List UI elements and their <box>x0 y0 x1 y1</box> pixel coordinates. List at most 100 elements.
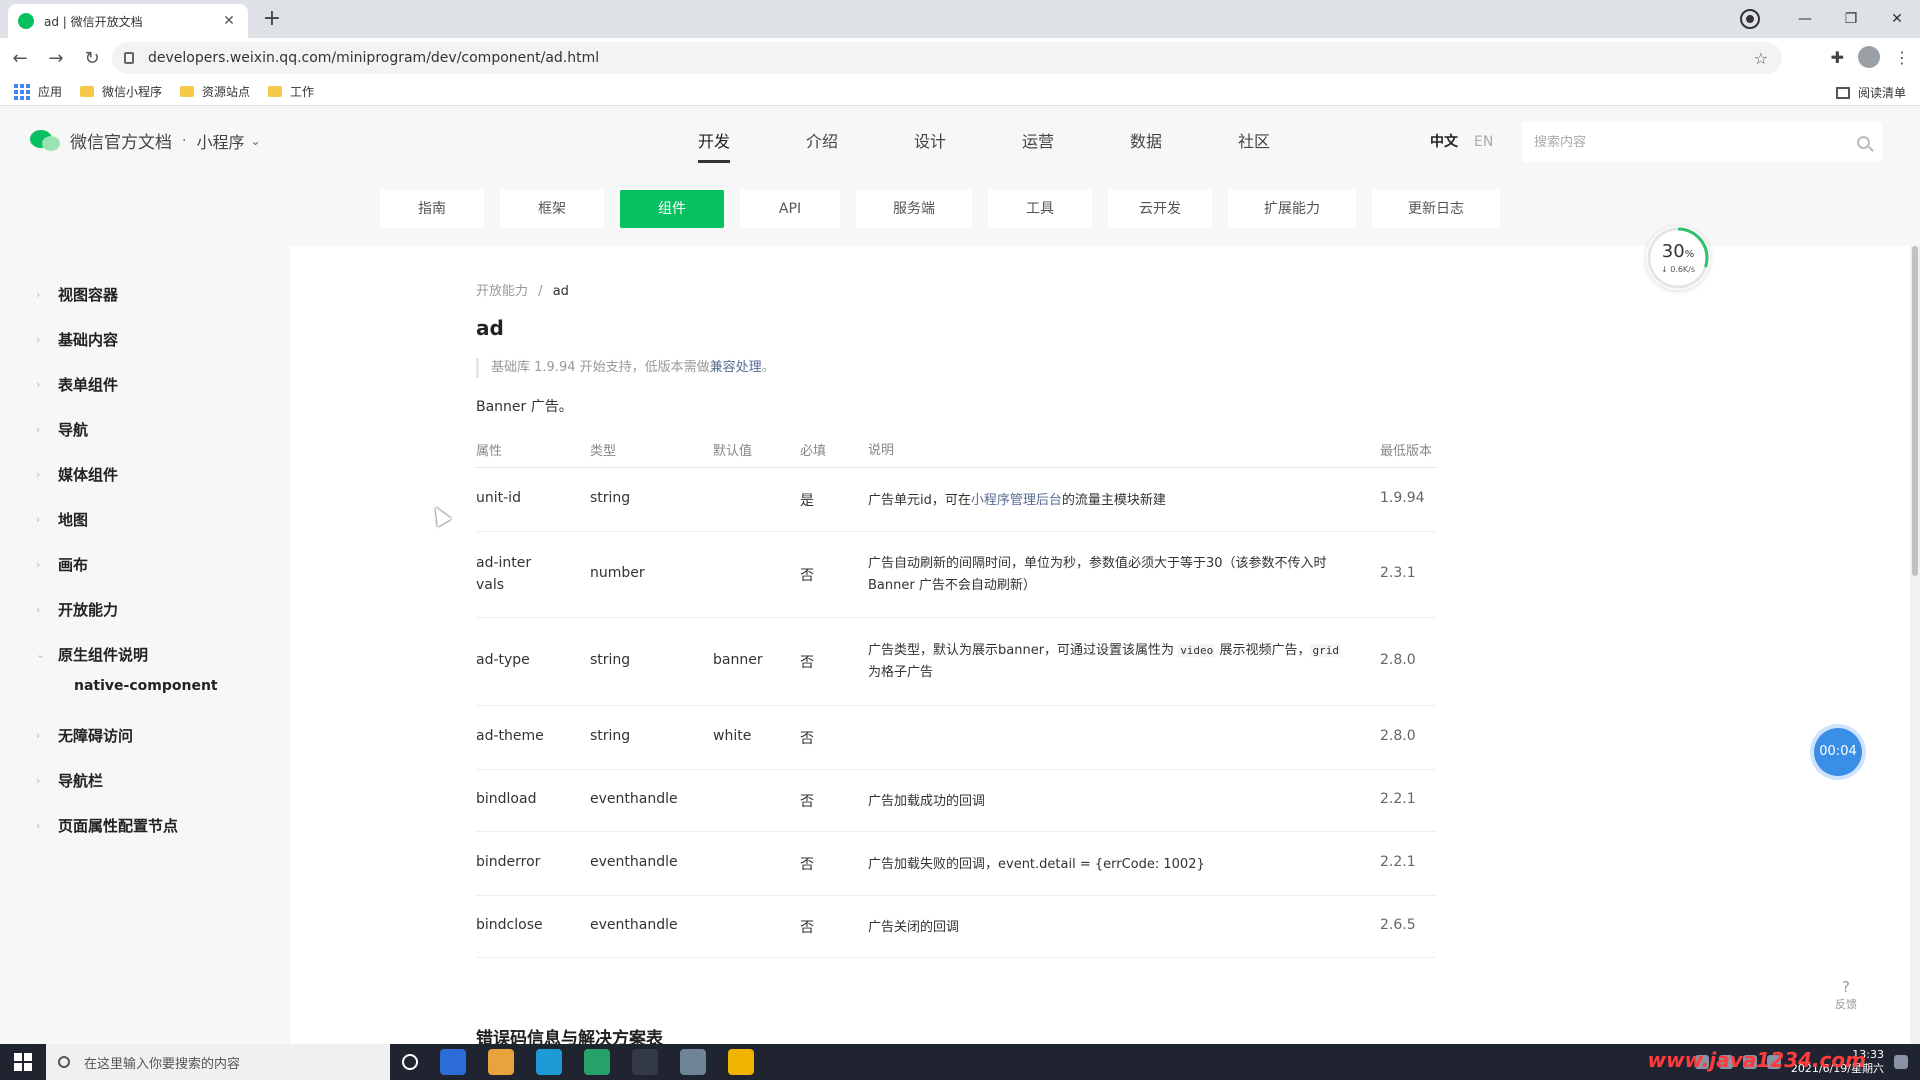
network-speed-widget[interactable]: 30% ↓ 0.6K/s <box>1646 226 1710 290</box>
sidebar-item[interactable]: › 页面属性配置节点 <box>36 815 178 836</box>
typora-icon[interactable] <box>632 1049 658 1075</box>
product-switcher[interactable]: 小程序 <box>196 129 244 153</box>
attr-required: 否 <box>800 794 814 810</box>
chevron-right-icon: › <box>36 423 41 436</box>
nav-item[interactable]: 介绍 <box>768 128 876 168</box>
profile-avatar[interactable] <box>1858 46 1880 68</box>
subnav-tab[interactable]: API <box>740 190 840 228</box>
browser-tab[interactable]: ad | 微信开放文档 ✕ <box>8 4 248 38</box>
minimize-button[interactable]: — <box>1782 11 1828 27</box>
code-inline: grid <box>1310 644 1341 657</box>
forward-button[interactable]: → <box>40 48 72 69</box>
url-text[interactable]: developers.weixin.qq.com/miniprogram/dev… <box>148 50 1754 66</box>
attr-type: string <box>590 728 631 744</box>
subnav-tab[interactable]: 指南 <box>380 190 484 228</box>
speed-percent: 30% <box>1661 241 1695 262</box>
sidebar-item-label: 视图容器 <box>58 286 119 304</box>
attr-type: string <box>590 652 631 668</box>
desc-text: 展示视频广告， <box>1215 643 1311 658</box>
breadcrumb-parent[interactable]: 开放能力 <box>476 284 528 299</box>
chevron-down-icon[interactable]: ⌄ <box>250 134 260 148</box>
address-bar[interactable]: developers.weixin.qq.com/miniprogram/dev… <box>112 42 1782 74</box>
nav-item[interactable]: 运营 <box>984 128 1092 168</box>
new-tab-button[interactable]: + <box>258 6 286 34</box>
sidebar-subitem[interactable]: native-component <box>74 678 218 694</box>
restore-button[interactable]: ❐ <box>1828 11 1874 27</box>
subnav-tab[interactable]: 组件 <box>620 190 724 228</box>
edge-icon[interactable] <box>584 1049 610 1075</box>
scroll-thumb[interactable] <box>1912 246 1918 576</box>
sidebar-item[interactable]: › 基础内容 <box>36 329 118 350</box>
page-title: ad <box>476 316 504 340</box>
subnav-tab[interactable]: 云开发 <box>1108 190 1212 228</box>
sidebar-item[interactable]: ⌄ 原生组件说明 <box>36 644 148 665</box>
desc-text: 广告单元id，可在 <box>868 493 971 508</box>
lang-en[interactable]: EN <box>1474 128 1493 156</box>
notification-icon[interactable] <box>1894 1055 1908 1069</box>
page: 微信官方文档 · 小程序 ⌄ 开发介绍设计运营数据社区 中文 EN 指南框架组件… <box>0 106 1920 1049</box>
attr-name: bindclose <box>476 917 543 933</box>
folder-icon <box>180 86 195 97</box>
sidebar-item[interactable]: › 导航 <box>36 419 88 440</box>
sidebar-item[interactable]: › 开放能力 <box>36 599 118 620</box>
compat-link[interactable]: 兼容处理 <box>710 360 762 375</box>
subnav-tab[interactable]: 扩展能力 <box>1228 190 1356 228</box>
attributes-table: 属性 类型 默认值 必填 说明 最低版本 unit-id string 是 广告单元id，可在小… <box>476 432 1436 958</box>
cortana-icon[interactable] <box>402 1054 418 1070</box>
taskbar-search[interactable]: 在这里输入你要搜索的内容 <box>46 1044 390 1080</box>
back-button[interactable]: ← <box>4 48 36 69</box>
nav-item[interactable]: 开发 <box>660 128 768 168</box>
sidebar-item-label: 画布 <box>58 556 89 574</box>
sidebar-item[interactable]: › 视图容器 <box>36 284 118 305</box>
close-tab-icon[interactable]: ✕ <box>220 13 238 29</box>
attr-required: 否 <box>800 731 814 747</box>
subnav-tab[interactable]: 更新日志 <box>1372 190 1500 228</box>
record-icon[interactable] <box>1740 9 1760 29</box>
subnav-tab[interactable]: 工具 <box>988 190 1092 228</box>
sidebar-item[interactable]: › 媒体组件 <box>36 464 118 485</box>
bookmark-apps[interactable]: 应用 <box>14 83 62 100</box>
attr-required: 否 <box>800 655 814 671</box>
site-logo[interactable]: 微信官方文档 · 小程序 ⌄ <box>30 128 261 153</box>
subnav-tab[interactable]: 服务端 <box>856 190 972 228</box>
search-input[interactable] <box>1534 134 1857 150</box>
search-icon[interactable] <box>1857 135 1870 149</box>
task-view-icon[interactable] <box>440 1049 466 1075</box>
table-row: bindload eventhandle 否 广告加载成功的回调 2.2.1 <box>476 770 1436 832</box>
lock-icon[interactable] <box>124 52 134 64</box>
extensions-puzzle-icon[interactable]: ✚ <box>1831 48 1844 67</box>
bookmark-folder[interactable]: 工作 <box>268 83 314 100</box>
page-scrollbar[interactable] <box>1910 246 1920 1044</box>
chevron-right-icon: › <box>36 378 41 391</box>
nav-item[interactable]: 数据 <box>1092 128 1200 168</box>
sidebar-item[interactable]: › 导航栏 <box>36 770 103 791</box>
chrome-icon[interactable] <box>536 1049 562 1075</box>
sidebar-item[interactable]: › 表单组件 <box>36 374 118 395</box>
more-menu-icon[interactable]: ⋮ <box>1894 48 1910 67</box>
reload-button[interactable]: ↻ <box>76 48 108 69</box>
sidebar-item[interactable]: › 无障碍访问 <box>36 725 133 746</box>
feedback-button[interactable]: ? 反馈 <box>1824 978 1868 1026</box>
desc-link[interactable]: 小程序管理后台 <box>971 493 1062 508</box>
close-window-button[interactable]: ✕ <box>1874 11 1920 27</box>
bookmark-folder[interactable]: 资源站点 <box>180 83 250 100</box>
app-icon[interactable] <box>488 1049 514 1075</box>
attr-required: 否 <box>800 920 814 936</box>
chat-icon[interactable] <box>680 1049 706 1075</box>
star-app-icon[interactable] <box>728 1049 754 1075</box>
lang-zh[interactable]: 中文 <box>1430 128 1458 156</box>
sidebar-item[interactable]: › 画布 <box>36 554 88 575</box>
bookmark-folder[interactable]: 微信小程序 <box>80 83 162 100</box>
subnav-tab[interactable]: 框架 <box>500 190 604 228</box>
sidebar-item-label: 无障碍访问 <box>58 727 134 745</box>
search-icon <box>58 1056 70 1068</box>
bookmark-star-icon[interactable]: ☆ <box>1754 49 1768 68</box>
nav-item[interactable]: 设计 <box>876 128 984 168</box>
recording-timer[interactable]: 00:04 <box>1814 728 1862 776</box>
nav-item[interactable]: 社区 <box>1200 128 1308 168</box>
windows-start-icon[interactable] <box>0 1044 46 1080</box>
chevron-right-icon: › <box>36 513 41 526</box>
reading-list-button[interactable]: 阅读清单 <box>1835 84 1906 101</box>
table-row: binderror eventhandle 否 广告加载失败的回调，event.det… <box>476 832 1436 896</box>
sidebar-item[interactable]: › 地图 <box>36 509 88 530</box>
